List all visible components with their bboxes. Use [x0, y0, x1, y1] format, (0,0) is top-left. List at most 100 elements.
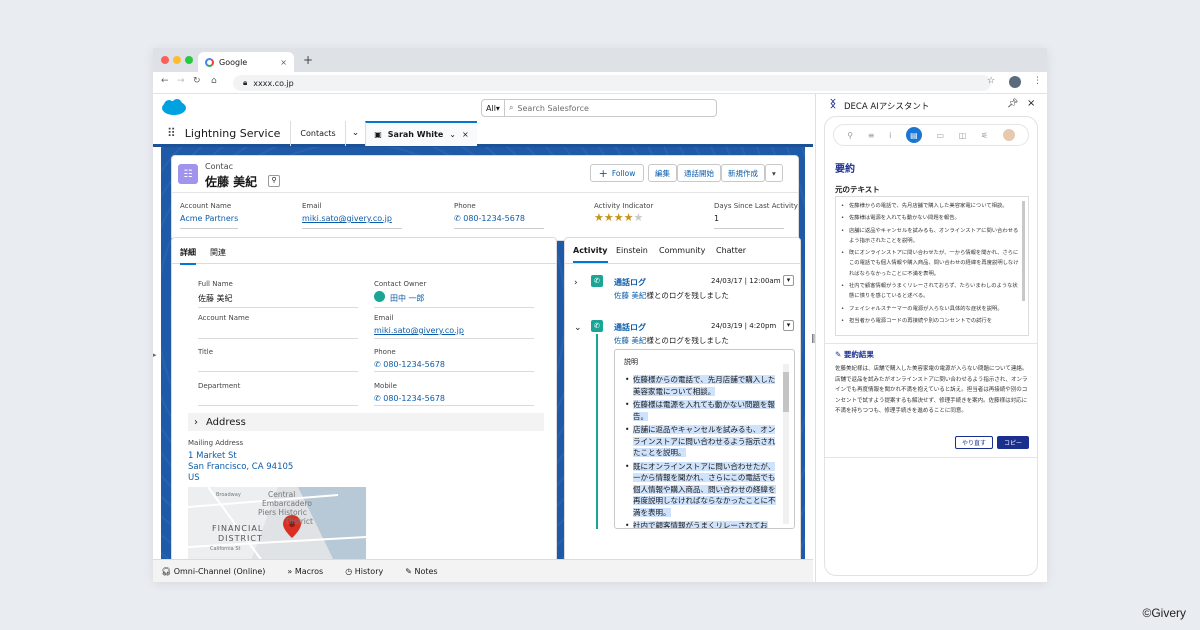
- source-scrollbar[interactable]: [1022, 201, 1025, 301]
- tool-avatar-icon[interactable]: [1002, 129, 1015, 141]
- search-input[interactable]: Search Salesforce: [517, 104, 588, 113]
- reload-icon[interactable]: ↻: [193, 76, 201, 86]
- copy-button[interactable]: コピー: [997, 436, 1029, 449]
- activity-item1-title[interactable]: 通話ログ: [614, 277, 646, 288]
- star-icon: ★: [603, 211, 614, 224]
- panel-resize-handle[interactable]: ‖: [811, 334, 816, 344]
- call-log-icon: ✆: [591, 320, 603, 332]
- close-window-dot[interactable]: [161, 56, 169, 64]
- tool-translate-icon[interactable]: ⅰ: [889, 131, 891, 140]
- nav-menu-chevron-icon[interactable]: ⌄: [344, 120, 366, 146]
- more-actions-icon[interactable]: ▾: [765, 164, 783, 182]
- app-name: Lightning Service: [184, 126, 281, 140]
- highlight-account-label: Account Name: [180, 202, 232, 210]
- phone-link[interactable]: ✆ 080-1234-5678: [374, 360, 445, 369]
- tool-summary-icon[interactable]: ▤: [905, 127, 922, 143]
- google-icon: [205, 57, 214, 67]
- mobile-link[interactable]: ✆ 080-1234-5678: [374, 394, 445, 403]
- activity-item2-title[interactable]: 通話ログ: [614, 322, 646, 333]
- maximize-window-dot[interactable]: [185, 56, 193, 64]
- account-label: Account Name: [198, 314, 250, 322]
- start-call-button[interactable]: 通話開始: [677, 164, 721, 182]
- collapse-sidebar-icon[interactable]: ▸: [153, 351, 157, 359]
- back-icon[interactable]: ←: [161, 76, 169, 86]
- lock-icon: 🔒︎: [243, 78, 248, 87]
- bullet-item: 佐藤様からの電話で、先月店舗で購入した美容家電について相談。: [839, 201, 1019, 212]
- mailing-line1[interactable]: 1 Market St: [188, 451, 237, 461]
- description-scrollbar[interactable]: [783, 364, 789, 524]
- nav-contacts-tab[interactable]: Contacts: [290, 120, 344, 146]
- bullet-item: 店舗に返品やキャンセルを試みるも、オンラインストアに問い合わせるよう指示されたこ…: [839, 226, 1019, 247]
- redo-button[interactable]: やり直す: [955, 436, 993, 449]
- map-label-california: California St: [210, 546, 241, 552]
- expand-item-chevron-icon[interactable]: ›: [574, 278, 578, 288]
- map-label-embarcadero: Embarcadero: [262, 499, 312, 508]
- salesforce-logo-icon[interactable]: [161, 99, 187, 116]
- tab-chatter[interactable]: Chatter: [716, 246, 746, 255]
- utility-history[interactable]: ◷ History: [345, 567, 383, 576]
- fullname-value: 佐藤 美紀: [198, 294, 233, 303]
- tab-close-icon[interactable]: ×: [462, 130, 469, 139]
- item1-menu-icon[interactable]: ▾: [783, 275, 794, 286]
- sparkle-icon: ✎: [835, 350, 844, 359]
- tool-wand-icon[interactable]: ⚲: [847, 131, 853, 140]
- utility-macros[interactable]: » Macros: [287, 567, 323, 576]
- hierarchy-icon[interactable]: ⚲: [268, 175, 280, 187]
- mailing-line2[interactable]: San Francisco, CA 94105: [188, 462, 293, 472]
- address-section-toggle[interactable]: › Address: [188, 413, 544, 431]
- global-search[interactable]: All ▾ ⌕ Search Salesforce: [481, 99, 717, 117]
- home-icon[interactable]: ⌂: [211, 76, 217, 86]
- close-tab-icon[interactable]: ×: [280, 58, 287, 67]
- pin-icon[interactable]: 📌︎: [1007, 99, 1018, 109]
- bullet-item: 担当者から電源コードの再接続や別のコンセントでの試行を: [839, 316, 1019, 327]
- browser-tab-bar: Google × +: [153, 48, 1047, 72]
- tab-related[interactable]: 関連: [210, 247, 226, 258]
- address-map[interactable]: Broadway Central Embarcadero Piers Histo…: [188, 487, 366, 559]
- deca-logo-icon: ᛝ: [830, 99, 836, 110]
- tab-details[interactable]: 詳細: [180, 247, 196, 265]
- url-text: xxxx.co.jp: [253, 78, 294, 88]
- edit-button[interactable]: 編集: [648, 164, 677, 182]
- collapse-item-chevron-icon[interactable]: ⌄: [574, 323, 582, 333]
- search-scope-select[interactable]: All ▾: [482, 100, 505, 116]
- tab-menu-chevron-icon[interactable]: ⌄: [449, 130, 456, 139]
- highlight-account-link[interactable]: Acme Partners: [180, 214, 238, 223]
- bullet-item: 社内で顧客情報がうまくリレーされておらず、たらいまわしのような状態に憤りを感じて…: [839, 281, 1019, 302]
- map-label-financial: FINANCIAL: [212, 524, 264, 533]
- profile-avatar[interactable]: [1009, 76, 1021, 88]
- more-menu-icon[interactable]: ⋮: [1033, 76, 1042, 86]
- tool-chat-icon[interactable]: ▭: [937, 131, 945, 140]
- highlight-email-link[interactable]: miki.sato@givery.co.jp: [302, 214, 392, 223]
- star-icon: ★: [594, 211, 604, 224]
- contact-card-icon: ▣: [374, 129, 382, 139]
- record-tab[interactable]: ▣ Sarah White ⌄ ×: [365, 120, 477, 146]
- description-box[interactable]: 説明 佐藤様からの電話で、先月店舗で購入した美容家電について相談。佐藤様は電源を…: [614, 349, 795, 529]
- mailing-line3[interactable]: US: [188, 473, 200, 483]
- utility-omni-channel[interactable]: 🎧︎ Omni-Channel (Online): [161, 567, 265, 576]
- title-label: Title: [198, 348, 214, 356]
- bookmark-star-icon[interactable]: ☆: [987, 76, 995, 86]
- app-launcher-icon[interactable]: ⠿: [167, 126, 176, 140]
- tool-share-icon[interactable]: ⚟: [981, 131, 988, 140]
- address-bar[interactable]: 🔒︎ xxxx.co.jp: [233, 75, 991, 91]
- item2-menu-icon[interactable]: ▾: [783, 320, 794, 331]
- email-link[interactable]: miki.sato@givery.co.jp: [374, 326, 464, 335]
- utility-notes[interactable]: ✎ Notes: [405, 567, 437, 576]
- browser-window: Google × + ← → ↻ ⌂ 🔒︎ xxxx.co.jp ☆ ⋮ All…: [153, 48, 1047, 582]
- tool-book-icon[interactable]: ◫: [959, 131, 967, 140]
- tool-list-icon[interactable]: ≡: [868, 131, 875, 140]
- close-panel-icon[interactable]: ×: [1027, 98, 1035, 109]
- follow-button[interactable]: + Follow: [590, 164, 644, 182]
- tab-einstein[interactable]: Einstein: [616, 246, 648, 255]
- salesforce-header: All ▾ ⌕ Search Salesforce: [153, 94, 813, 122]
- map-label-broadway: Broadway: [216, 492, 241, 498]
- source-text-box[interactable]: 佐藤様からの電話で、先月店舗で購入した美容家電について相談。佐藤様は電源を入れて…: [835, 196, 1029, 336]
- tab-activity[interactable]: Activity: [573, 246, 608, 263]
- browser-tab[interactable]: Google ×: [198, 52, 294, 72]
- new-button[interactable]: 新規作成: [721, 164, 765, 182]
- highlight-phone-link[interactable]: ✆ 080-1234-5678: [454, 214, 525, 223]
- owner-link[interactable]: 田中 一郎: [390, 293, 425, 304]
- tab-community[interactable]: Community: [659, 246, 705, 255]
- new-tab-button[interactable]: +: [303, 53, 313, 67]
- minimize-window-dot[interactable]: [173, 56, 181, 64]
